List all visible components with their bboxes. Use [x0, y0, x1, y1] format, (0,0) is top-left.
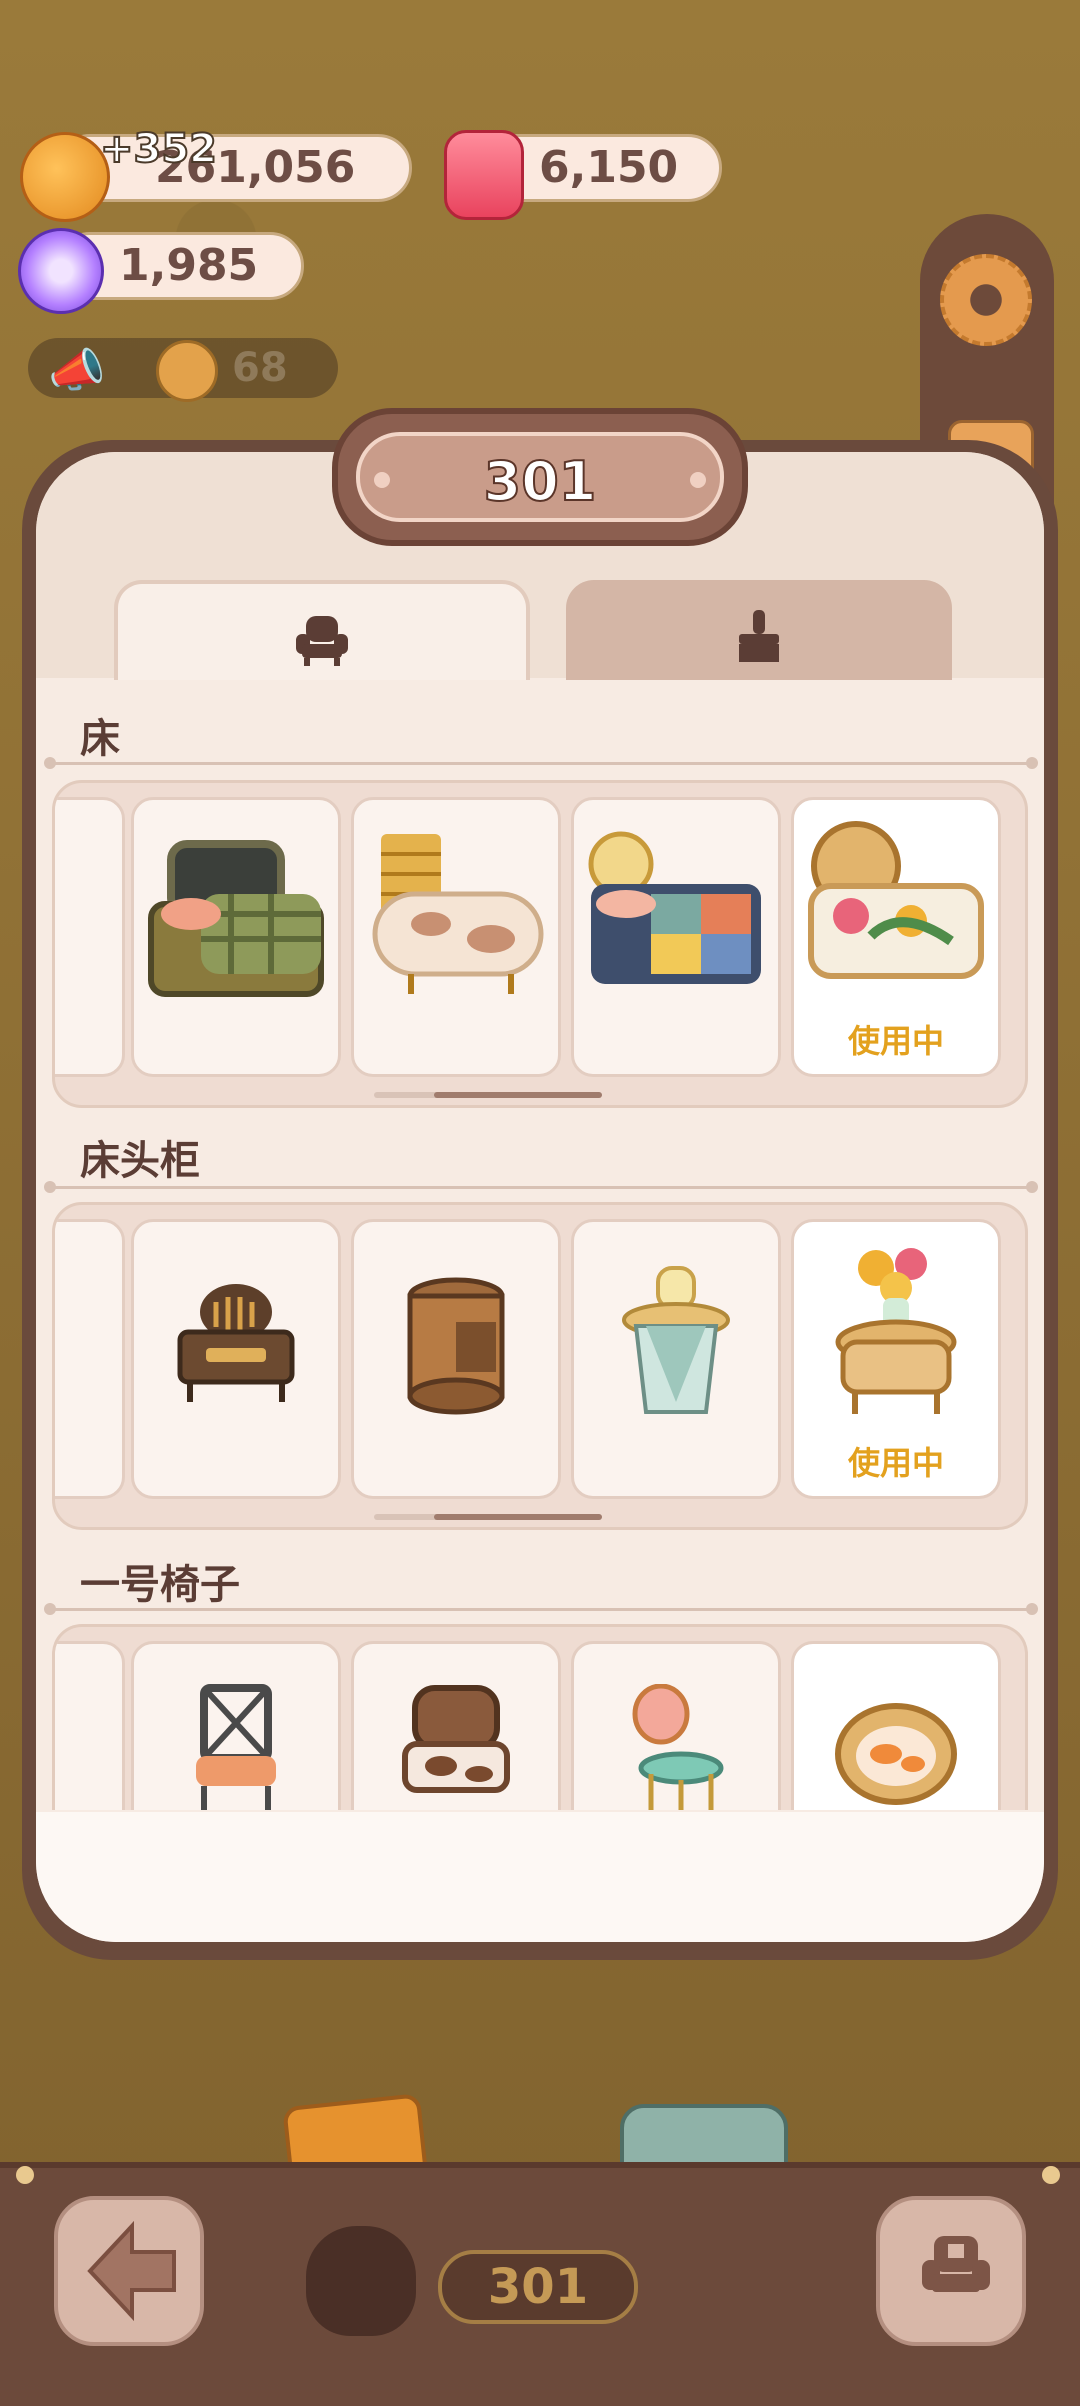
- mint-stool-icon: [632, 1684, 724, 1810]
- bed-row-scrollbar[interactable]: [374, 1092, 602, 1098]
- rattan-flower-table-icon: [835, 1248, 957, 1414]
- item-card[interactable]: [131, 1219, 341, 1499]
- dark-cross-back-chair-icon: [196, 1684, 276, 1810]
- cow-print-bed-icon: [372, 834, 544, 994]
- sofa-icon: [918, 2230, 994, 2324]
- announcement-count: 68: [232, 345, 288, 391]
- tab-decor[interactable]: [566, 580, 952, 680]
- rattan-orange-chair-icon: [835, 1703, 957, 1805]
- in-use-label: 使用中: [847, 1022, 944, 1060]
- item-card-in-use[interactable]: 使用中: [791, 1219, 1001, 1499]
- section-title-nightstand: 床头柜: [80, 1138, 200, 1184]
- patchwork-bed-icon: [588, 831, 761, 984]
- nightstand-row-scrollbar[interactable]: [374, 1514, 602, 1520]
- cow-print-chair-icon: [402, 1685, 510, 1793]
- in-use-label: 使用中: [847, 1444, 944, 1482]
- lamp-side-table-icon: [622, 1266, 730, 1414]
- item-card-partial[interactable]: [55, 1219, 125, 1499]
- corner-rivet: [1042, 2166, 1060, 2184]
- item-card[interactable]: [131, 797, 341, 1077]
- megaphone-icon: 📣: [48, 343, 106, 397]
- nightstand-item-row[interactable]: 使用中: [52, 1202, 1028, 1530]
- tab-furniture[interactable]: [114, 580, 530, 680]
- candy-count: 1,985: [119, 240, 259, 291]
- back-button[interactable]: [54, 2196, 204, 2346]
- item-card[interactable]: [791, 1641, 1001, 1810]
- armchair-icon: [292, 612, 352, 681]
- gem-icon: [444, 130, 524, 220]
- barrel-nightstand-icon: [407, 1277, 505, 1415]
- item-card[interactable]: [351, 1219, 561, 1499]
- favorite-star-icon[interactable]: [306, 2226, 416, 2336]
- brush-icon: [731, 608, 787, 677]
- section-divider: [44, 757, 1038, 769]
- cookie-bonus-float: +352: [99, 125, 218, 173]
- chair-item-row[interactable]: [52, 1624, 1028, 1810]
- item-card[interactable]: [131, 1641, 341, 1810]
- room-number: 301: [483, 449, 598, 514]
- green-plaid-bed-icon: [148, 840, 324, 997]
- gem-count: 6,150: [539, 142, 679, 193]
- item-card[interactable]: [571, 797, 781, 1077]
- section-divider: [44, 1181, 1038, 1193]
- item-card[interactable]: [351, 797, 561, 1077]
- gear-icon[interactable]: [940, 254, 1032, 346]
- furniture-mode-button[interactable]: [876, 2196, 1026, 2346]
- room-title-plaque: 301: [332, 408, 748, 546]
- item-card[interactable]: [571, 1641, 781, 1810]
- announcement-bar[interactable]: 📣 68: [28, 338, 338, 402]
- room-tag: 301: [438, 2250, 638, 2324]
- item-card-in-use[interactable]: 使用中: [791, 797, 1001, 1077]
- bread-nightstand-icon: [177, 1284, 295, 1402]
- section-title-chair: 一号椅子: [80, 1562, 240, 1608]
- corner-rivet: [16, 2166, 34, 2184]
- back-arrow-icon: [82, 2216, 182, 2350]
- item-card[interactable]: [571, 1219, 781, 1499]
- candy-icon: [18, 228, 104, 314]
- section-divider: [44, 1603, 1038, 1615]
- item-card-partial[interactable]: [55, 797, 125, 1077]
- rattan-floral-bed-icon: [808, 821, 984, 979]
- bed-item-row[interactable]: 使用中: [52, 780, 1028, 1108]
- panel-footer-area: [36, 1812, 1044, 1942]
- section-title-bed: 床: [80, 716, 120, 762]
- cookie-icon: [20, 132, 110, 222]
- item-card-partial[interactable]: [55, 1641, 125, 1810]
- bear-avatar-icon: [156, 340, 218, 402]
- item-card[interactable]: [351, 1641, 561, 1810]
